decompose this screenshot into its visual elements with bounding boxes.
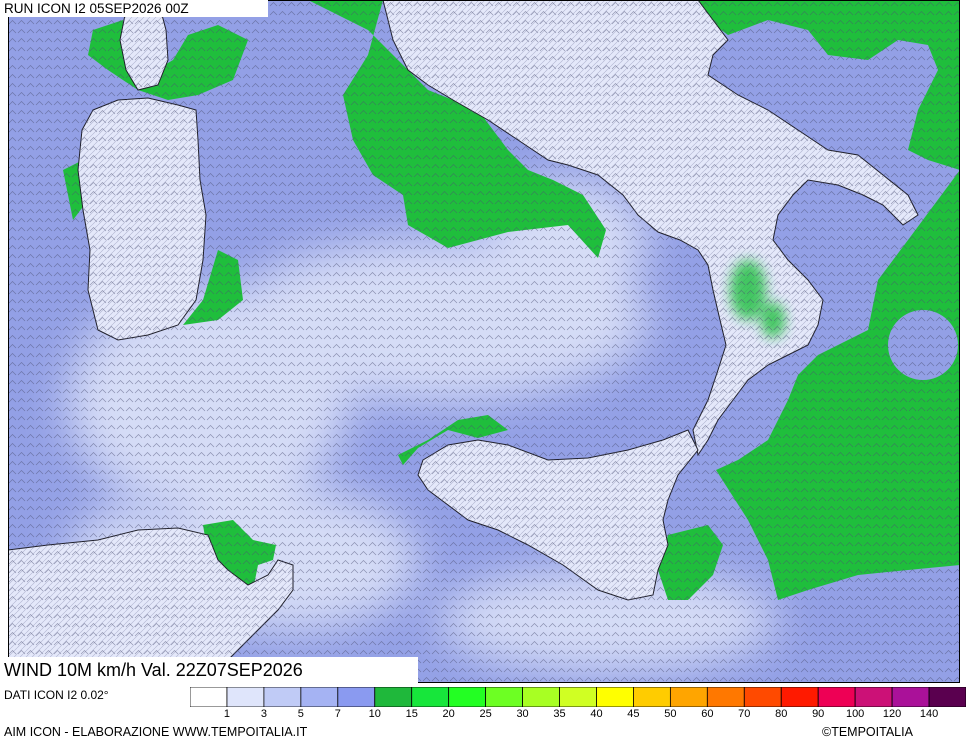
- wind-map[interactable]: [8, 0, 960, 683]
- scale-swatch: [633, 687, 671, 707]
- copyright-label: ©TEMPOITALIA: [822, 725, 913, 739]
- scale-swatch: [522, 687, 560, 707]
- scale-tick-label: 10: [368, 708, 381, 720]
- color-scale: [190, 687, 966, 707]
- scale-swatch: [743, 687, 782, 707]
- valid-time-label: WIND 10M km/h Val. 22Z07SEP2026: [0, 657, 418, 683]
- scale-tick-label: 7: [334, 708, 341, 720]
- scale-swatch: [263, 687, 302, 707]
- scale-tick-label: 20: [442, 708, 455, 720]
- scale-tick-label: 40: [590, 708, 603, 720]
- scale-swatch: [596, 687, 634, 707]
- scale-swatch: [411, 687, 450, 707]
- scale-swatch: [448, 687, 487, 707]
- footer: DATI ICON I2 0.02° 1 3 5 7 10 15 20 25 30 35 40 45 5…: [0, 683, 968, 745]
- run-label: RUN ICON I2 05SEP2026 00Z: [0, 0, 268, 17]
- scale-swatch: [817, 687, 856, 707]
- scale-swatch: [485, 687, 523, 707]
- scale-swatch: [374, 687, 413, 707]
- scale-tick-label: 25: [479, 708, 492, 720]
- scale-swatch: [928, 687, 966, 707]
- credit-label: AIM ICON - ELABORAZIONE WWW.TEMPOITALIA.…: [4, 725, 308, 739]
- scale-tick-label: 120: [882, 708, 902, 720]
- scale-swatch: [337, 687, 376, 707]
- scale-tick-label: 140: [919, 708, 939, 720]
- scale-tick-label: 90: [812, 708, 825, 720]
- scale-swatch: [559, 687, 597, 707]
- scale-tick-label: 3: [260, 708, 267, 720]
- scale-swatch: [854, 687, 893, 707]
- scale-tick-label: 5: [297, 708, 304, 720]
- scale-swatch: [190, 687, 228, 707]
- scale-tick-label: 60: [701, 708, 714, 720]
- color-scale-ticks: 1 3 5 7 10 15 20 25 30 35 40 45 50 60 70 80 90 100 120 140: [190, 708, 966, 722]
- scale-swatch: [780, 687, 819, 707]
- scale-swatch: [706, 687, 745, 707]
- scale-tick-label: 45: [627, 708, 640, 720]
- color-scale-bar: [190, 687, 966, 707]
- data-source-label: DATI ICON I2 0.02°: [4, 688, 109, 702]
- scale-tick-label: 100: [845, 708, 865, 720]
- wind-arrows: [8, 0, 960, 683]
- scale-tick-label: 50: [664, 708, 677, 720]
- scale-tick-label: 35: [553, 708, 566, 720]
- scale-tick-label: 80: [775, 708, 788, 720]
- scale-tick-label: 1: [223, 708, 230, 720]
- scale-swatch: [891, 687, 930, 707]
- scale-swatch: [226, 687, 265, 707]
- scale-tick-label: 70: [738, 708, 751, 720]
- scale-swatch: [669, 687, 708, 707]
- scale-swatch: [300, 687, 339, 707]
- scale-tick-label: 15: [405, 708, 418, 720]
- scale-tick-label: 30: [516, 708, 529, 720]
